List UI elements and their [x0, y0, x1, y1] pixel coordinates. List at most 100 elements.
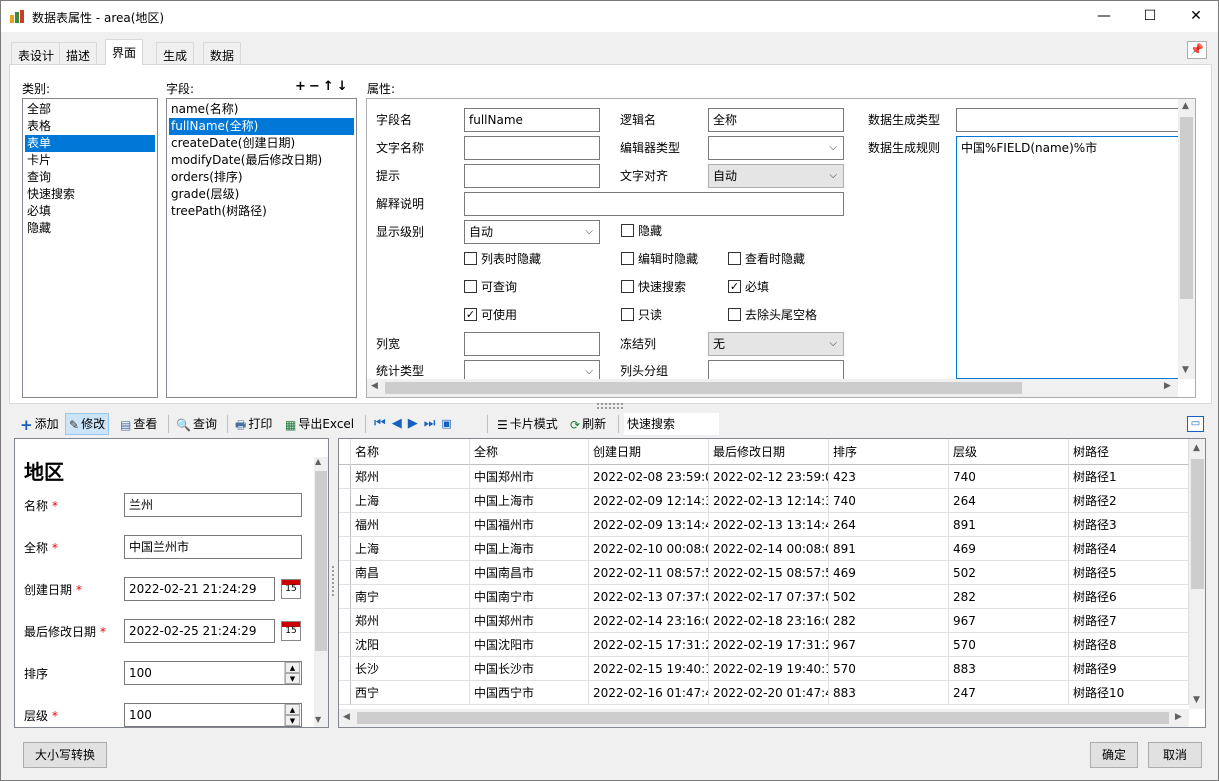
maximize-button[interactable]: ☐ [1127, 1, 1173, 32]
hidden-checkbox[interactable]: 隐藏 [621, 224, 662, 238]
grid-cell[interactable]: 570 [829, 657, 949, 681]
move-down-icon[interactable]: ↓ [337, 79, 351, 94]
add-button[interactable]: + 添加 [17, 413, 62, 435]
grid-cell[interactable]: 2022-02-19 19:40:10 [709, 657, 829, 681]
grid-cell[interactable]: 福州 [351, 513, 470, 537]
category-item[interactable]: 表格 [25, 118, 155, 135]
grid-cell[interactable]: 2022-02-15 08:57:55 [709, 561, 829, 585]
tab-generate[interactable]: 生成 [156, 42, 195, 64]
close-button[interactable]: ✕ [1173, 1, 1219, 32]
tab-table-design[interactable]: 表设计 [11, 42, 62, 64]
props-hscroll[interactable]: ◀ ▶ [367, 379, 1178, 397]
last-record-icon[interactable]: ⏭ [424, 416, 442, 431]
grid-row-header[interactable] [339, 537, 351, 561]
grid-cell[interactable]: 树路径1 [1069, 465, 1189, 489]
grid-cell[interactable]: 南昌 [351, 561, 470, 585]
field-item[interactable]: fullName(全称) [169, 118, 354, 135]
grid-vscroll[interactable]: ▲ ▼ [1189, 439, 1205, 709]
grid-cell[interactable]: 883 [949, 657, 1069, 681]
spin-up-icon[interactable]: ▲ [285, 662, 300, 673]
grid-cell[interactable]: 西宁 [351, 681, 470, 705]
grid-cell[interactable]: 中国郑州市 [470, 609, 589, 633]
add-field-icon[interactable]: + [295, 79, 309, 94]
usable-checkbox[interactable]: ✓ 可使用 [464, 308, 517, 322]
grid-cell[interactable]: 740 [949, 465, 1069, 489]
grid-column-header[interactable]: 排序 [829, 439, 949, 465]
grid-row-header[interactable] [339, 561, 351, 585]
grid-cell[interactable]: 2022-02-16 01:47:47 [589, 681, 709, 705]
category-item[interactable]: 卡片 [25, 152, 155, 169]
grid-cell[interactable]: 2022-02-08 23:59:05 [589, 465, 709, 489]
grid-row-header[interactable] [339, 633, 351, 657]
editor-type-select[interactable]: ⌵ [708, 136, 844, 160]
field-item[interactable]: modifyDate(最后修改日期) [169, 152, 354, 169]
grid-cell[interactable]: 740 [829, 489, 949, 513]
form-field-input[interactable]: 兰州 [124, 493, 302, 517]
grid-cell[interactable]: 树路径6 [1069, 585, 1189, 609]
grid-cell[interactable]: 2022-02-11 08:57:55 [589, 561, 709, 585]
grid-cell[interactable]: 2022-02-15 19:40:10 [589, 657, 709, 681]
grid-hscroll[interactable]: ◀ ▶ [339, 709, 1189, 727]
scroll-thumb[interactable] [1180, 117, 1193, 299]
grid-column-header[interactable]: 创建日期 [589, 439, 709, 465]
grid-cell[interactable]: 中国上海市 [470, 537, 589, 561]
tab-interface[interactable]: 界面 [105, 39, 144, 65]
scroll-thumb[interactable] [357, 712, 1169, 724]
move-up-icon[interactable]: ↑ [323, 79, 337, 94]
hide-in-list-checkbox[interactable]: 列表时隐藏 [464, 252, 541, 266]
case-convert-button[interactable]: 大小写转换 [23, 742, 107, 768]
splitter-grip-vertical[interactable] [332, 566, 335, 596]
hide-in-edit-checkbox[interactable]: 编辑时隐藏 [621, 252, 698, 266]
number-spinner[interactable]: ▲ ▼ [284, 662, 300, 684]
col-width-input[interactable] [464, 332, 600, 356]
grid-cell[interactable]: 树路径8 [1069, 633, 1189, 657]
scroll-thumb[interactable] [315, 471, 327, 651]
next-record-icon[interactable]: ▶ [408, 416, 424, 431]
grid-cell[interactable]: 502 [829, 585, 949, 609]
grid-row-header[interactable] [339, 513, 351, 537]
grid-cell[interactable]: 423 [829, 465, 949, 489]
grid-row-header[interactable] [339, 489, 351, 513]
grid-row-header[interactable] [339, 609, 351, 633]
form-field-input[interactable]: 100 [124, 703, 302, 727]
grid-row-header[interactable] [339, 585, 351, 609]
grid-cell[interactable]: 长沙 [351, 657, 470, 681]
grid-cell[interactable]: 上海 [351, 537, 470, 561]
minimize-button[interactable]: — [1081, 1, 1127, 32]
grid-cell[interactable]: 郑州 [351, 609, 470, 633]
grid-cell[interactable]: 570 [949, 633, 1069, 657]
grid-cell[interactable]: 2022-02-13 13:14:46 [709, 513, 829, 537]
layout-toggle-icon[interactable]: ▭ [1187, 416, 1204, 432]
grid-cell[interactable]: 树路径4 [1069, 537, 1189, 561]
field-name-input[interactable]: fullName [464, 108, 600, 132]
field-item[interactable]: createDate(创建日期) [169, 135, 354, 152]
grid-cell[interactable]: 中国长沙市 [470, 657, 589, 681]
grid-cell[interactable]: 967 [829, 633, 949, 657]
grid-cell[interactable]: 沈阳 [351, 633, 470, 657]
hide-in-view-checkbox[interactable]: 查看时隐藏 [728, 252, 805, 266]
grid-column-header[interactable]: 全称 [470, 439, 589, 465]
field-list[interactable]: name(名称) fullName(全称) createDate(创建日期) modi… [166, 98, 357, 398]
splitter-grip[interactable] [597, 403, 623, 409]
category-item[interactable]: 全部 [25, 101, 155, 118]
grid-cell[interactable]: 891 [829, 537, 949, 561]
grid-column-header[interactable]: 最后修改日期 [709, 439, 829, 465]
grid-cell[interactable]: 2022-02-14 00:08:06 [709, 537, 829, 561]
category-item[interactable]: 快速搜索 [25, 186, 155, 203]
field-item[interactable]: name(名称) [169, 101, 354, 118]
gen-type-input[interactable] [956, 108, 1178, 132]
readonly-checkbox[interactable]: 只读 [621, 308, 662, 322]
category-item[interactable]: 表单 [25, 135, 155, 152]
grid-cell[interactable]: 247 [949, 681, 1069, 705]
grid-cell[interactable]: 中国郑州市 [470, 465, 589, 489]
grid-cell[interactable]: 2022-02-18 23:16:07 [709, 609, 829, 633]
grid-column-header[interactable]: 树路径 [1069, 439, 1189, 465]
grid-cell[interactable]: 树路径5 [1069, 561, 1189, 585]
form-vscroll[interactable]: ▲ ▼ [314, 457, 328, 727]
grid-cell[interactable]: 树路径9 [1069, 657, 1189, 681]
props-vscroll[interactable]: ▲ ▼ [1178, 99, 1195, 379]
grid-cell[interactable]: 2022-02-20 01:47:47 [709, 681, 829, 705]
field-item[interactable]: grade(层级) [169, 186, 354, 203]
grid-cell[interactable]: 郑州 [351, 465, 470, 489]
text-align-select[interactable]: 自动 ⌵ [708, 164, 844, 188]
